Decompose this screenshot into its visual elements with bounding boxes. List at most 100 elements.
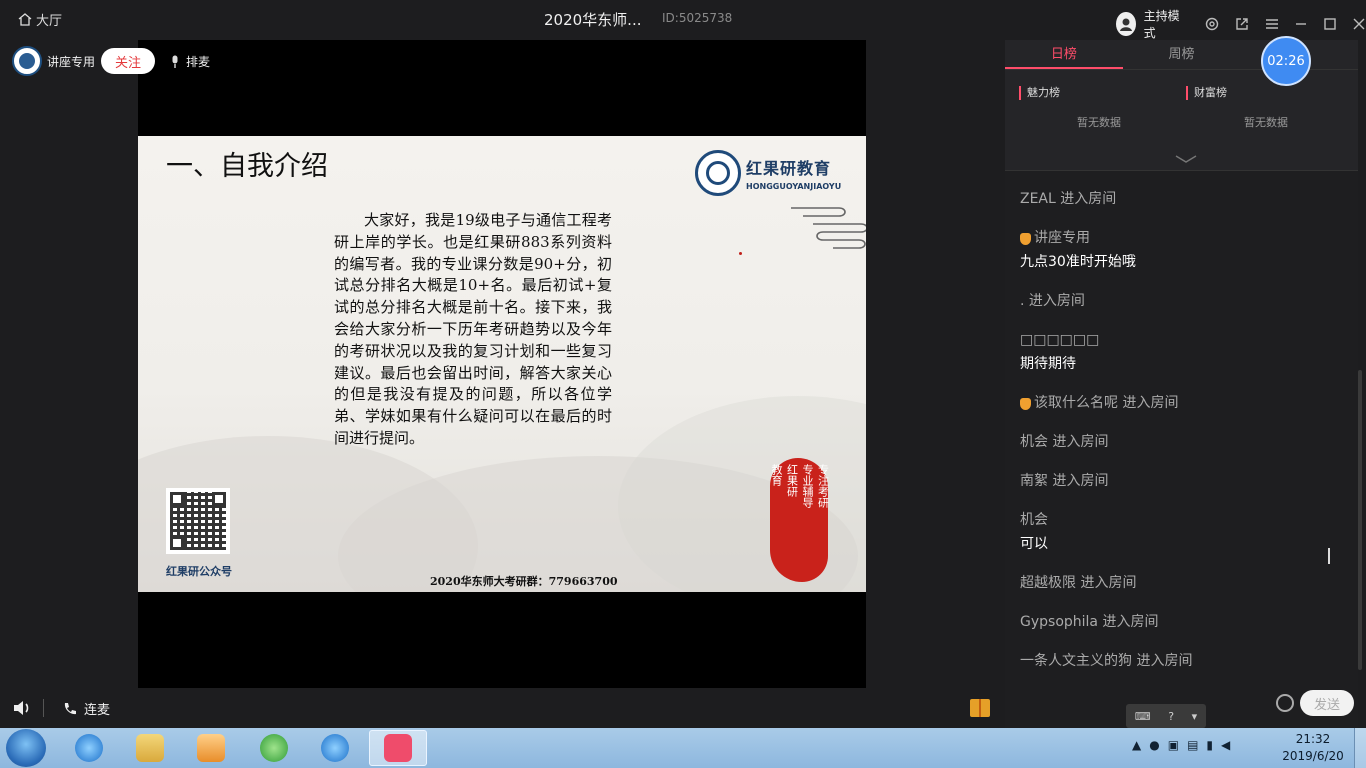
timer-badge: 02:26 [1261, 36, 1311, 86]
chat-message-text: 可以 [1020, 536, 1048, 552]
start-button[interactable] [6, 729, 46, 767]
help-icon[interactable]: ? [1168, 710, 1174, 723]
chat-message-text: 九点30准时开始哦 [1020, 254, 1136, 270]
rank-section: 日榜 周榜 11 02:26 魅力榜 暂无数据 财富榜 暂无数据 [1005, 36, 1358, 171]
chat-username[interactable]: ZEAL 进入房间 [1020, 190, 1340, 209]
streamer-avatar[interactable] [12, 46, 42, 76]
home-button[interactable]: 大厅 [18, 10, 62, 29]
network-icon[interactable]: ▣ [1168, 738, 1179, 752]
ime-toolbar[interactable]: ⌨ ? ▾ [1126, 704, 1206, 728]
group-number-text: 2020华东师大考研群：779663700 [430, 575, 618, 588]
browser-icon [260, 734, 288, 762]
laser-pointer-dot [739, 252, 742, 255]
host-mode-label[interactable]: 主持模式 [1144, 7, 1183, 41]
chat-username-text: 一条人文主义的狗 进入房间 [1020, 653, 1193, 669]
close-icon[interactable] [1353, 16, 1366, 32]
host-avatar[interactable] [1116, 12, 1136, 36]
chat-username[interactable]: 该取什么名呢 进入房间 [1020, 394, 1340, 413]
chat-message: 该取什么名呢 进入房间 [1020, 394, 1340, 413]
chat-username-text: ZEAL 进入房间 [1020, 191, 1117, 207]
chat-bubble-icon [384, 734, 412, 762]
mic-queue-button[interactable]: 排麦 [170, 53, 210, 70]
chat-username[interactable]: 机会 进入房间 [1020, 433, 1340, 452]
avatar-icon [1119, 18, 1132, 31]
emoji-icon[interactable] [1276, 694, 1294, 712]
seal-text: 教育 [770, 464, 783, 486]
taskbar-ie[interactable] [60, 730, 118, 766]
crown-icon [1020, 397, 1031, 410]
chat-username-text: 机会 [1020, 512, 1048, 528]
brand-name: 红果研教育 [746, 159, 832, 178]
chat-username[interactable]: . 进入房间 [1020, 292, 1340, 311]
chat-username-text: □□□□□□ [1020, 332, 1100, 348]
brand-subtitle: HONGGUOYANJIAOYU [746, 182, 842, 191]
wealth-rank-empty: 暂无数据 [1244, 116, 1288, 129]
chat-scrollbar[interactable] [1358, 370, 1362, 670]
system-tray: ▲ ● ▣ ▤ ▮ ◀ [1132, 738, 1230, 752]
charm-rank-empty: 暂无数据 [1077, 116, 1121, 129]
room-title: 2020华东师... [544, 11, 642, 29]
clock-date: 2019/6/20 [1282, 749, 1344, 763]
qr-label: 红果研公众号 [166, 565, 232, 578]
chevron-up-icon[interactable]: ▲ [1132, 738, 1141, 752]
chat-message: . 进入房间 [1020, 292, 1340, 311]
tab-weekly[interactable]: 周榜 [1123, 40, 1241, 69]
share-icon[interactable] [1235, 16, 1249, 32]
taskbar-live-app[interactable] [369, 730, 427, 766]
speaker-icon [14, 701, 29, 715]
chat-username-text: 讲座专用 [1034, 230, 1090, 246]
chat-username[interactable]: 讲座专用 [1020, 229, 1340, 248]
signal-icon[interactable]: ▮ [1206, 738, 1213, 752]
minimize-icon[interactable] [1295, 16, 1308, 32]
charm-rank-title: 魅力榜 [1019, 86, 1179, 100]
taskbar-ie2[interactable] [306, 730, 364, 766]
qq-icon[interactable]: ● [1149, 738, 1159, 752]
follow-button[interactable]: 关注 [101, 48, 156, 74]
chat-message-text: 期待期待 [1020, 356, 1076, 372]
tab-daily[interactable]: 日榜 [1005, 40, 1123, 69]
chevron-down-icon[interactable] [1175, 152, 1197, 166]
seal-text: 专业辅导 [801, 464, 814, 508]
chat-username[interactable]: 一条人文主义的狗 进入房间 [1020, 652, 1340, 671]
chat-message: 机会 可以 [1020, 511, 1340, 554]
connect-mic-button[interactable]: 连麦 [62, 699, 110, 718]
red-seal: 教育 红果研 专业辅导 专注考研 [770, 458, 830, 582]
connect-mic-label: 连麦 [84, 703, 111, 718]
charm-rank: 魅力榜 暂无数据 [1019, 86, 1179, 130]
chevron-down-icon[interactable]: ▾ [1192, 710, 1198, 723]
maximize-icon[interactable] [1324, 16, 1337, 32]
menu-icon[interactable] [1265, 16, 1279, 32]
keyboard-icon[interactable]: ⌨ [1135, 710, 1151, 723]
wealth-rank-title: 财富榜 [1186, 86, 1346, 100]
speaker-icon[interactable]: ◀ [1221, 738, 1230, 752]
streamer-info: 讲座专用 关注 [12, 46, 156, 76]
ppt-slide: 一、自我介绍 红果研教育 HONGGUOYANJIAOYU 大家好，我是19级电… [138, 136, 866, 592]
chat-username-text: 该取什么名呢 进入房间 [1034, 395, 1179, 411]
taskbar-media[interactable] [182, 730, 240, 766]
volume-button[interactable] [12, 699, 32, 721]
device-icon[interactable]: ▤ [1187, 738, 1198, 752]
crown-icon [1020, 232, 1031, 245]
title-bar: 大厅 2020华东师... ID:5025738 主持模式 [0, 0, 1366, 41]
chat-username-text: Gypsophila 进入房间 [1020, 614, 1159, 630]
clock[interactable]: 21:32 2019/6/20 [1280, 731, 1346, 765]
chat-username[interactable]: □□□□□□ [1020, 331, 1340, 350]
gift-icon[interactable] [970, 699, 990, 717]
slide-title: 一、自我介绍 [166, 151, 328, 182]
video-player[interactable]: 一、自我介绍 红果研教育 HONGGUOYANJIAOYU 大家好，我是19级电… [138, 40, 866, 688]
home-label: 大厅 [36, 14, 63, 29]
cloud-ornament [791, 207, 866, 249]
wealth-rank: 财富榜 暂无数据 [1186, 86, 1346, 130]
chat-username[interactable]: 机会 [1020, 511, 1340, 530]
taskbar-explorer[interactable] [121, 730, 179, 766]
chat-username[interactable]: 南絮 进入房间 [1020, 472, 1340, 491]
chat-username-text: 超越极限 进入房间 [1020, 575, 1137, 591]
send-button[interactable]: 发送 [1300, 690, 1354, 716]
side-panel: 日榜 周榜 11 02:26 魅力榜 暂无数据 财富榜 暂无数据 ZEAL 进入… [1005, 36, 1358, 728]
chat-username[interactable]: Gypsophila 进入房间 [1020, 613, 1340, 632]
ie-icon [75, 734, 103, 762]
show-desktop-button[interactable] [1354, 728, 1366, 768]
chat-username[interactable]: 超越极限 进入房间 [1020, 574, 1340, 593]
taskbar-browser[interactable] [245, 730, 303, 766]
settings-icon[interactable] [1205, 16, 1219, 32]
